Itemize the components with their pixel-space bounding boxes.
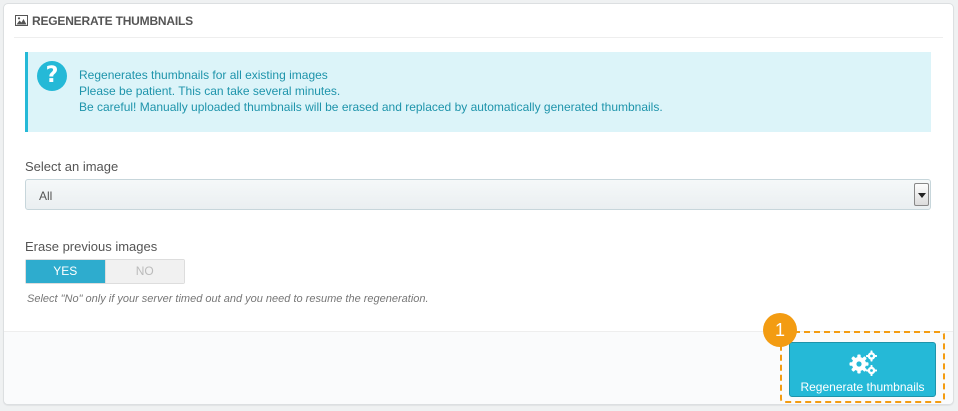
alert-text: Regenerates thumbnails for all existing …	[79, 67, 663, 115]
erase-hint: Select "No" only if your server timed ou…	[27, 293, 429, 305]
question-circle-icon: ?	[37, 61, 67, 91]
erase-no-option[interactable]: NO	[104, 260, 184, 283]
image-type-select[interactable]: All	[25, 179, 931, 210]
alert-line: Be careful! Manually uploaded thumbnails…	[79, 100, 663, 114]
erase-yes-option[interactable]: YES	[26, 260, 105, 283]
info-alert: ? Regenerates thumbnails for all existin…	[25, 52, 931, 132]
erase-images-toggle[interactable]: YES NO	[25, 259, 185, 284]
gears-icon	[849, 350, 877, 376]
alert-line: Regenerates thumbnails for all existing …	[79, 68, 328, 82]
panel-heading: REGENERATE THUMBNAILS	[14, 4, 943, 38]
alert-line: Please be patient. This can take several…	[79, 84, 341, 98]
regenerate-button-label: Regenerate thumbnails	[800, 380, 925, 394]
chevron-down-icon[interactable]	[914, 183, 929, 206]
image-type-select-value: All	[39, 189, 53, 203]
step-number-badge: 1	[763, 313, 797, 347]
erase-images-label: Erase previous images	[25, 239, 158, 254]
panel-title: REGENERATE THUMBNAILS	[32, 13, 193, 28]
image-icon	[15, 14, 28, 26]
regenerate-thumbnails-button[interactable]: Regenerate thumbnails	[789, 342, 936, 397]
select-image-label: Select an image	[25, 159, 119, 174]
